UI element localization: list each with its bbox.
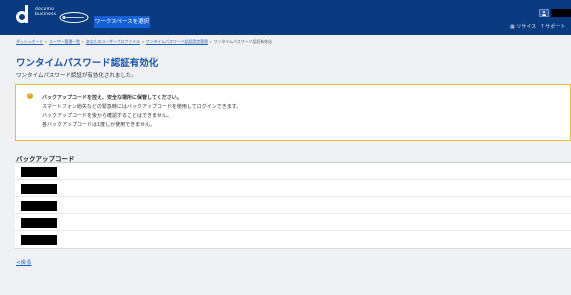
backup-code-row <box>15 197 571 214</box>
backup-code-redacted <box>21 218 57 228</box>
warning-line: スマートフォン紛失などの緊急時にはバックアップコードを使用してログインできます。 <box>42 104 242 110</box>
brand-name: docomo business <box>35 7 56 17</box>
exclamation-icon: ! <box>27 93 33 99</box>
breadcrumb-separator: > <box>209 39 213 44</box>
warning-box: ! バックアップコードを控え、安全な場所に保管してください。 スマートフォン紛失… <box>15 84 571 141</box>
backup-code-redacted <box>21 235 57 245</box>
warning-title: バックアップコードを控え、安全な場所に保管してください。 <box>42 95 182 101</box>
help-icon: ? <box>540 24 544 30</box>
brand-line-2: business <box>35 12 57 17</box>
docomo-logo-icon <box>16 5 33 23</box>
breadcrumb-user-list[interactable]: ユーザー管理一覧 <box>49 39 80 44</box>
warning-line: 各バックアップコードは1度しか使用できません。 <box>42 122 156 128</box>
select-workspace-button[interactable]: ワークスペースを選択 <box>94 16 150 28</box>
user-avatar-icon[interactable] <box>539 9 549 17</box>
resize-link[interactable]: ▦ リサイス <box>510 24 538 30</box>
backup-code-row <box>15 163 571 180</box>
warning-line: バックアップコードを後から確認することはできません。 <box>42 113 172 119</box>
breadcrumb-separator: > <box>44 39 48 44</box>
breadcrumb-user-profile[interactable]: あなたのユーザープロファイル <box>86 39 140 44</box>
partner-logo-icon <box>59 12 89 23</box>
backup-code-redacted <box>21 167 57 177</box>
backup-code-row <box>15 214 571 231</box>
page-subtitle: ワンタイムパスワード認証が有効化されました。 <box>16 73 137 79</box>
backup-code-redacted <box>21 201 57 211</box>
support-link[interactable]: ? サポート <box>541 24 565 30</box>
backup-code-redacted <box>21 184 57 194</box>
user-name-redacted <box>551 9 571 17</box>
backup-code-row <box>15 180 571 197</box>
breadcrumb-otp-settings[interactable]: ワンタイムパスワード認証設定管理 <box>146 39 208 44</box>
grid-icon: ▦ <box>510 24 515 30</box>
breadcrumb: ダッシュボード > ユーザー管理一覧 > あなたのユーザープロファイル > ワン… <box>16 37 571 46</box>
top-navigation-bar: docomo business ワークスペースを選択 ▦ リサイス ? サポート <box>0 0 571 35</box>
header-links: ▦ リサイス ? サポート <box>510 23 571 32</box>
back-link[interactable]: <戻る <box>16 258 32 266</box>
backup-code-row <box>15 231 571 248</box>
breadcrumb-separator: > <box>81 39 85 44</box>
breadcrumb-dashboard[interactable]: ダッシュボード <box>16 39 43 44</box>
breadcrumb-current: ワンタイムパスワード認証有効化 <box>213 39 272 44</box>
page-title: ワンタイムパスワード認証有効化 <box>16 58 159 69</box>
backup-codes-list <box>15 162 571 249</box>
breadcrumb-separator: > <box>141 39 145 44</box>
